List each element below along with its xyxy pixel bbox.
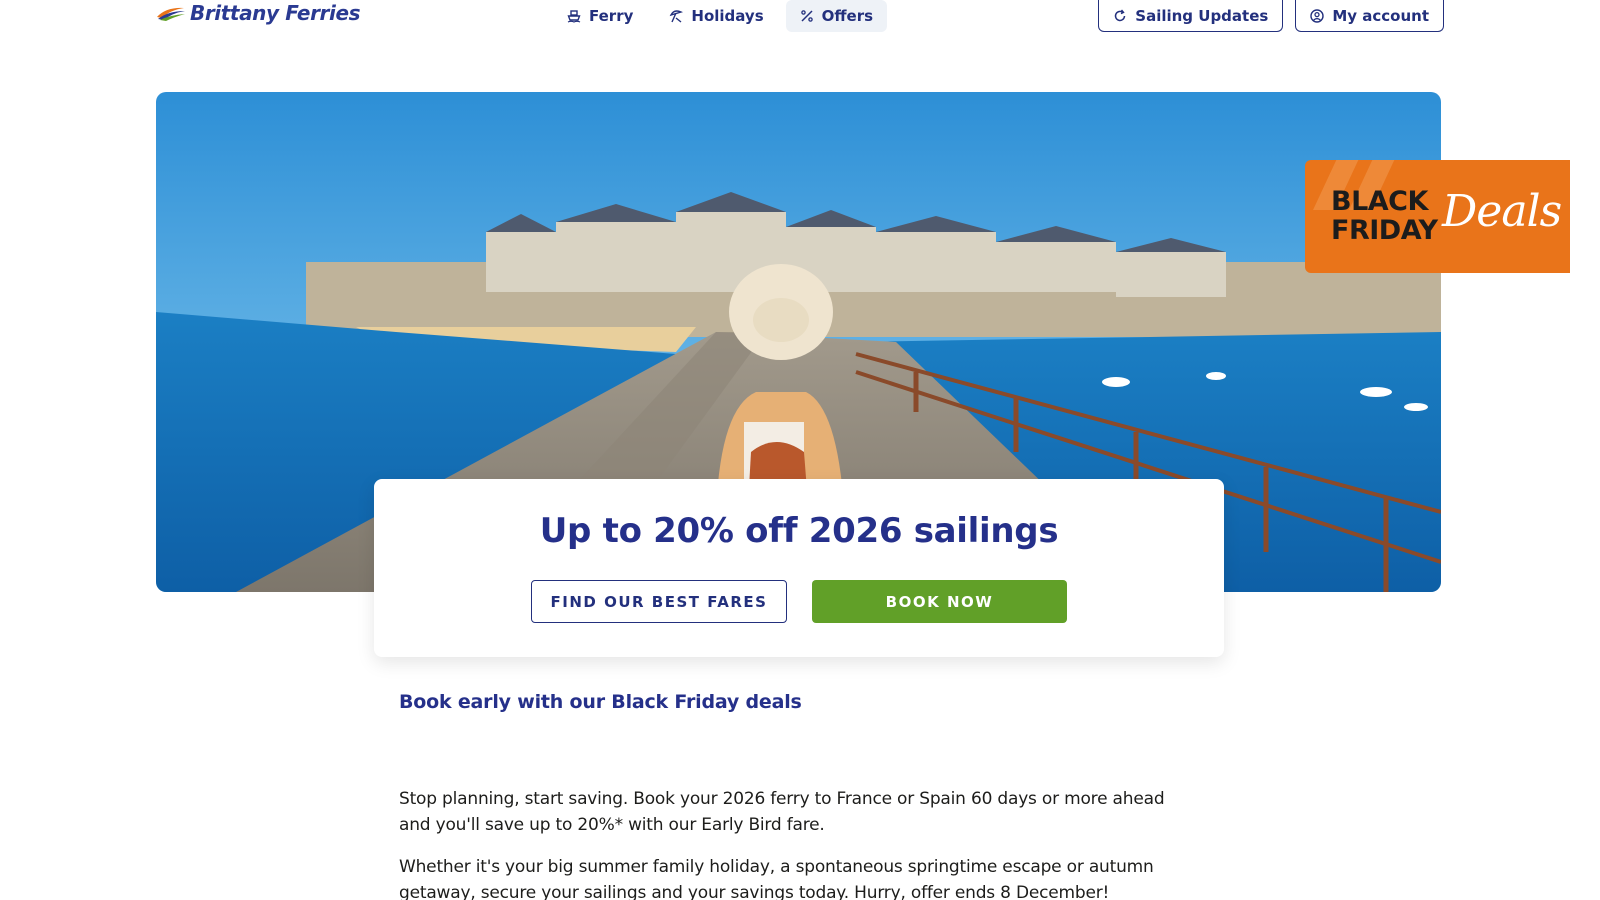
badge-black-friday-text: BLACK FRIDAY	[1331, 187, 1438, 245]
offer-card: Up to 20% off 2026 sailings FIND OUR BES…	[374, 479, 1224, 657]
my-account-label: My account	[1332, 6, 1429, 25]
sailing-updates-button[interactable]: Sailing Updates	[1098, 0, 1284, 32]
nav-ferry-label: Ferry	[589, 7, 634, 25]
percent-icon	[800, 10, 813, 22]
nav-offers[interactable]: Offers	[785, 0, 888, 32]
logo-text: Brittany Ferries	[190, 1, 361, 25]
badge-line-friday: FRIDAY	[1331, 215, 1438, 246]
user-circle-icon	[1310, 8, 1325, 23]
intro-paragraph: Stop planning, start saving. Book your 2…	[399, 789, 1165, 835]
section-subheading: Book early with our Black Friday deals	[399, 691, 802, 713]
logo-swoosh-icon	[157, 7, 185, 21]
ship-icon	[567, 10, 581, 23]
badge-line-black: BLACK	[1331, 186, 1428, 217]
find-best-fares-button[interactable]: FIND OUR BEST FARES	[531, 580, 787, 623]
beach-umbrella-icon	[670, 10, 684, 23]
nav-offers-label: Offers	[821, 7, 874, 25]
main-nav: Ferry Holidays Offers	[553, 0, 888, 32]
black-friday-badge: BLACK FRIDAY Deals	[1305, 160, 1570, 273]
brittany-ferries-logo[interactable]: Brittany Ferries	[156, 0, 361, 26]
book-now-button[interactable]: BOOK NOW	[812, 580, 1067, 623]
nav-ferry[interactable]: Ferry	[553, 0, 647, 32]
details-paragraph: Whether it's your big summer family holi…	[399, 857, 1154, 900]
my-account-button[interactable]: My account	[1295, 0, 1444, 32]
offer-title: Up to 20% off 2026 sailings	[539, 511, 1059, 551]
nav-holidays-label: Holidays	[691, 7, 764, 25]
badge-deals-script: Deals	[1442, 186, 1562, 237]
header-actions: Sailing Updates My account	[1098, 0, 1444, 32]
nav-holidays[interactable]: Holidays	[655, 0, 777, 32]
site-header: Brittany Ferries Ferry Holidays Offers S…	[0, 0, 1600, 60]
sailing-updates-label: Sailing Updates	[1135, 6, 1269, 25]
refresh-icon	[1115, 9, 1126, 21]
